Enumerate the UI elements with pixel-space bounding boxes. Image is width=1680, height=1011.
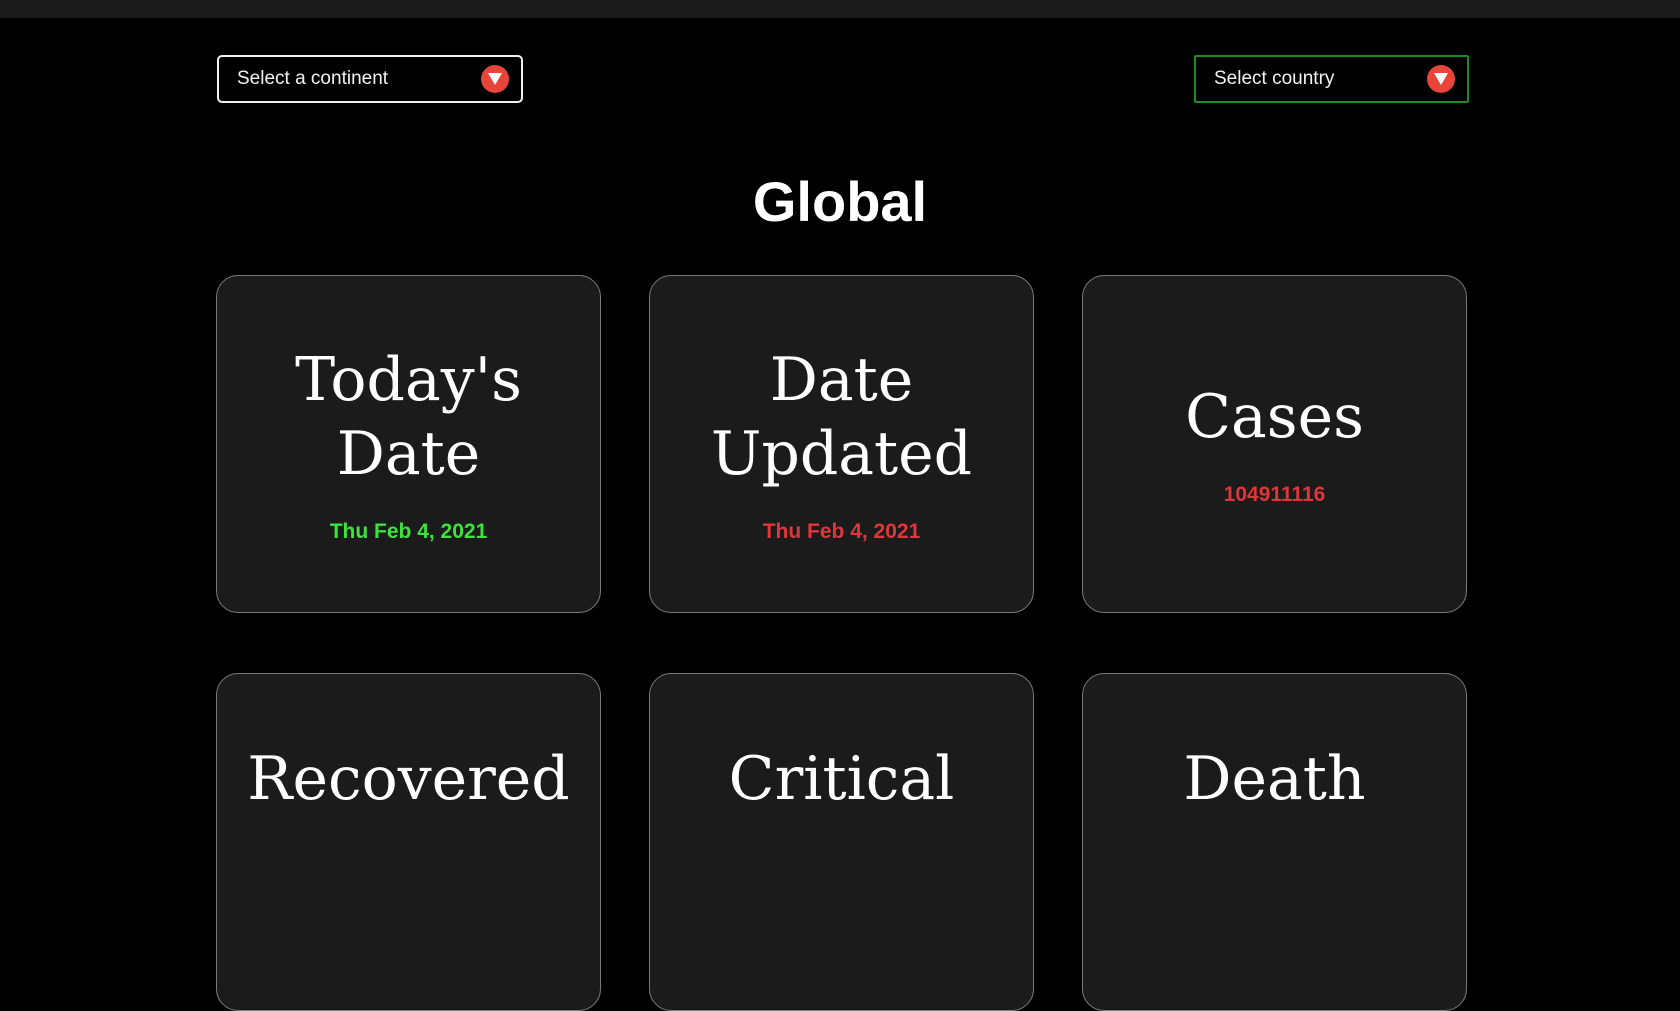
card-title: Date Updated — [711, 343, 972, 491]
card-title-line: Cases — [1185, 382, 1364, 452]
card-title: Cases — [1185, 380, 1364, 454]
card-title-line: Today's — [295, 345, 522, 415]
card-recovered: Recovered — [216, 673, 601, 1011]
card-critical: Critical — [649, 673, 1034, 1011]
card-date-updated: Date Updated Thu Feb 4, 2021 — [649, 275, 1034, 613]
card-title: Death — [1183, 744, 1366, 814]
card-value: 104911116 — [1223, 483, 1326, 506]
continent-select[interactable]: Select a continent — [217, 55, 523, 103]
page-title: Global — [752, 170, 928, 233]
continent-select-label: Select a continent — [237, 68, 389, 89]
chevron-down-icon[interactable] — [1427, 65, 1455, 93]
card-value: Thu Feb 4, 2021 — [329, 520, 488, 543]
card-title: Critical — [728, 744, 955, 814]
country-select-label: Select country — [1214, 68, 1335, 89]
card-title-line: Date — [769, 345, 914, 415]
card-title-line: Date — [336, 419, 481, 489]
card-todays-date: Today's Date Thu Feb 4, 2021 — [216, 275, 601, 613]
chevron-down-icon[interactable] — [481, 65, 509, 93]
browser-top-bar — [0, 0, 1680, 18]
country-select[interactable]: Select country — [1194, 55, 1469, 103]
card-title-line: Updated — [710, 419, 973, 489]
card-title: Recovered — [247, 744, 570, 814]
card-death: Death — [1082, 673, 1467, 1011]
card-title: Today's Date — [295, 343, 522, 491]
card-value: Thu Feb 4, 2021 — [762, 520, 921, 543]
card-cases: Cases 104911116 — [1082, 275, 1467, 613]
